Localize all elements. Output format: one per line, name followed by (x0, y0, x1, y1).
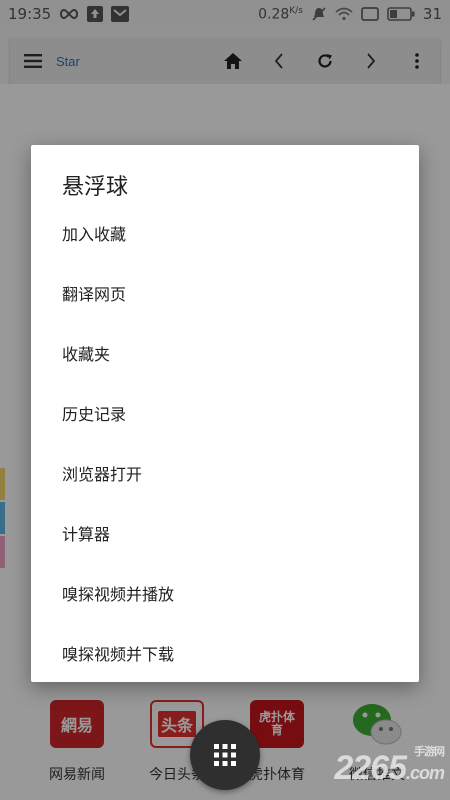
menu-item-add-favorite[interactable]: 加入收藏 (31, 203, 419, 263)
dialog-menu: 加入收藏 翻译网页 收藏夹 历史记录 浏览器打开 计算器 嗅探视频并播放 嗅探视… (31, 203, 419, 683)
grid-icon (214, 744, 236, 766)
menu-item-translate-page[interactable]: 翻译网页 (31, 263, 419, 323)
menu-item-history[interactable]: 历史记录 (31, 383, 419, 443)
menu-item-sniff-video-play[interactable]: 嗅探视频并播放 (31, 563, 419, 623)
watermark-main: 2265 (334, 749, 407, 787)
menu-item-open-in-browser[interactable]: 浏览器打开 (31, 443, 419, 503)
floating-ball-dialog: 悬浮球 加入收藏 翻译网页 收藏夹 历史记录 浏览器打开 计算器 嗅探视频并播放… (31, 145, 419, 682)
dialog-title: 悬浮球 (62, 175, 129, 200)
menu-item-favorites[interactable]: 收藏夹 (31, 323, 419, 383)
menu-item-calculator[interactable]: 计算器 (31, 503, 419, 563)
watermark-logo: 2265.com 手游网 (334, 746, 445, 788)
floating-ball-button[interactable] (190, 720, 260, 790)
watermark-com: .com (405, 763, 445, 783)
watermark-sub: 手游网 (414, 746, 445, 758)
menu-item-sniff-video-download[interactable]: 嗅探视频并下载 (31, 623, 419, 683)
